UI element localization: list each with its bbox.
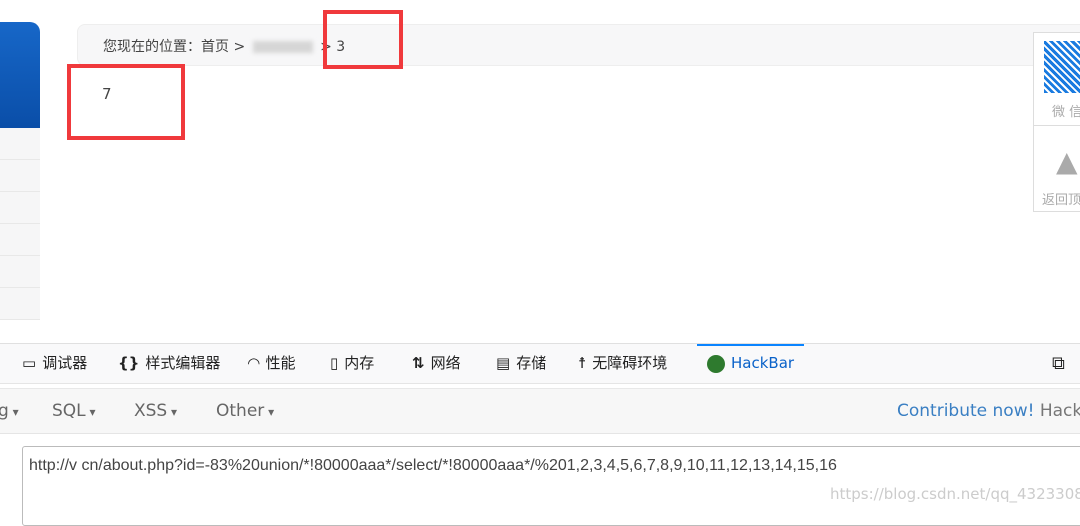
sidebar-banner [0,22,40,128]
tab-accessibility[interactable]: ☨ 无障碍环境 [578,344,667,383]
arrow-up-icon[interactable]: ▲ [1056,145,1078,178]
watermark: https://blog.csdn.net/qq_43233085 [830,485,1080,503]
tab-performance[interactable]: ◠ 性能 [248,344,296,383]
dock-toggle-icon[interactable]: ⧉ [1052,344,1065,383]
hackbar-brand: HackBar [1039,401,1080,421]
devtools-toolbar: ▭ 调试器 {} 样式编辑器 ◠ 性能 ▯ 内存 ⇅ 网络 ▤ 存储 ☨ 无障碍环境 Hack… [0,343,1080,384]
tab-debugger[interactable]: ▭ 调试器 [22,344,87,383]
tab-memory[interactable]: ▯ 内存 [330,344,374,383]
qr-code-icon[interactable] [1044,41,1080,93]
sidebar-item[interactable] [0,288,40,320]
tab-network[interactable]: ⇅ 网络 [412,344,461,383]
menu-other[interactable]: Other [216,401,274,421]
braces-icon: {} [118,354,140,372]
highlight-box [67,64,185,140]
sidebar-item[interactable] [0,128,40,160]
network-arrows-icon: ⇅ [412,354,425,372]
highlight-box [323,10,403,69]
menu-sql[interactable]: SQL [52,401,96,421]
wechat-label: 微 信 [1052,105,1080,120]
breadcrumb-prefix[interactable]: 您现在的位置：首页 > [103,39,250,55]
sidebar-item[interactable] [0,192,40,224]
hackbar-menu: g SQL XSS Other Contribute now! HackBar [0,388,1080,434]
accessibility-icon: ☨ [578,354,587,372]
menu-xss[interactable]: XSS [134,401,177,421]
tab-storage[interactable]: ▤ 存储 [496,344,546,383]
sidebar-item[interactable] [0,256,40,288]
gauge-icon: ◠ [248,354,260,372]
debugger-icon: ▭ [22,354,37,372]
memory-chip-icon: ▯ [330,354,339,372]
tab-hackbar[interactable]: HackBar [697,344,805,383]
breadcrumb: 您现在的位置：首页 > > 3 [77,24,1080,66]
redacted-text [252,41,313,53]
hackbar-icon [707,354,725,373]
back-to-top-label[interactable]: 返回顶部 [1042,189,1080,208]
tab-style-editor[interactable]: {} 样式编辑器 [118,344,220,383]
side-widget: 微 信 ▲ 返回顶部 [1033,32,1080,212]
sidebar-item[interactable] [0,160,40,192]
menu-encoding[interactable]: g [0,401,19,421]
storage-icon: ▤ [496,354,511,372]
contribute-link[interactable]: Contribute now! [897,401,1034,421]
sidebar-item[interactable] [0,224,40,256]
